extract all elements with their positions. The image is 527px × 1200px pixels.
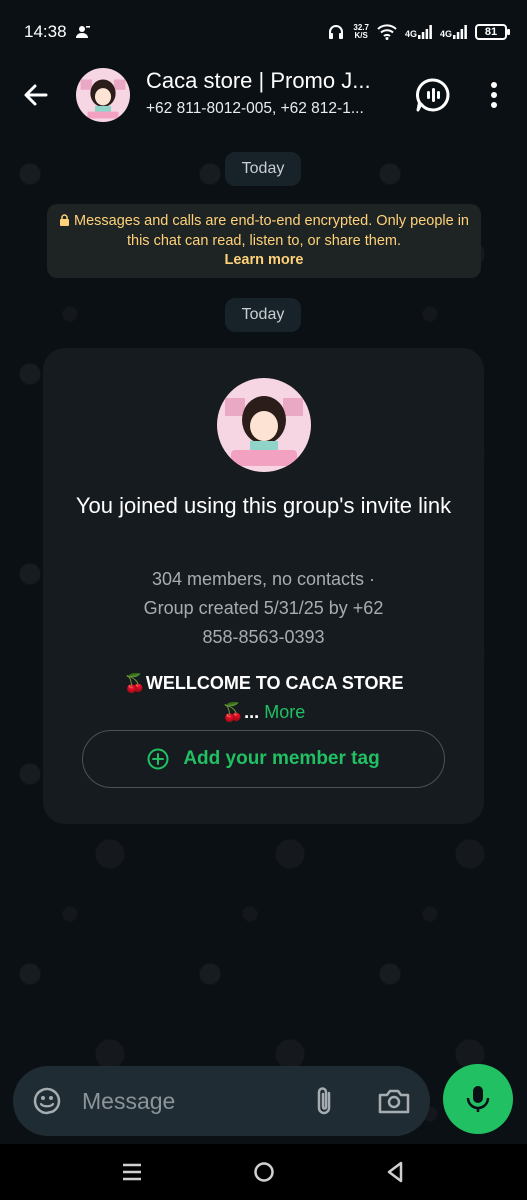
chat-title[interactable]: Caca store | Promo J... <box>146 68 401 94</box>
signal-2: 4G <box>440 25 467 39</box>
encryption-text: Messages and calls are end-to-end encryp… <box>74 213 469 249</box>
description-line: 🍒... <box>221 702 260 722</box>
learn-more-link[interactable]: Learn more <box>225 252 304 268</box>
more-link[interactable]: More <box>264 702 305 722</box>
sticker-icon[interactable] <box>31 1085 63 1117</box>
home-icon[interactable] <box>252 1160 276 1184</box>
network-speed: 32.7 K/S <box>353 24 369 40</box>
message-composer <box>13 1066 430 1136</box>
network-type-2: 4G <box>439 29 452 39</box>
status-time: 14:38 <box>24 22 67 41</box>
person-icon <box>76 26 90 38</box>
chat-header: Caca store | Promo J... +62 811-8012-005… <box>0 56 527 134</box>
headset-icon <box>329 25 344 39</box>
attach-icon[interactable] <box>309 1084 339 1118</box>
status-bar: 14:38 32.7 K/S 4G 4G 81 <box>0 0 527 64</box>
group-meta-line: Group created 5/31/25 by +62 <box>143 598 384 618</box>
wifi-icon <box>377 24 397 40</box>
add-member-tag-label: Add your member tag <box>183 748 380 769</box>
battery-indicator: 81 <box>475 24 510 40</box>
joined-message: You joined using this group's invite lin… <box>75 493 452 518</box>
chat-area[interactable]: Today Messages and calls are end-to-end … <box>0 134 527 1144</box>
group-avatar-image <box>217 378 311 472</box>
group-info-card: You joined using this group's invite lin… <box>43 348 484 824</box>
group-avatar[interactable] <box>76 68 130 122</box>
group-avatar-large[interactable] <box>217 378 311 472</box>
mic-button[interactable] <box>443 1064 513 1134</box>
speed-unit: K/S <box>354 31 368 40</box>
mic-icon <box>466 1086 490 1112</box>
date-chip: Today <box>225 152 301 186</box>
nav-back-icon[interactable] <box>383 1160 407 1184</box>
signal-1: 4G <box>405 25 432 39</box>
status-icons: 32.7 K/S 4G 4G 81 <box>327 20 510 44</box>
description-line: 🍒WELLCOME TO CACA STORE <box>123 673 404 693</box>
chat-subtitle[interactable]: +62 811-8012-005, +62 812-1... <box>146 100 401 118</box>
recent-apps-icon[interactable] <box>120 1160 144 1184</box>
message-input[interactable] <box>82 1086 292 1116</box>
network-type-1: 4G <box>404 29 417 39</box>
voice-chat-icon[interactable] <box>414 76 452 114</box>
encryption-notice[interactable]: Messages and calls are end-to-end encryp… <box>47 204 481 278</box>
more-vert-icon[interactable] <box>480 76 508 114</box>
system-nav-bar <box>0 1144 527 1200</box>
add-member-tag-button[interactable]: Add your member tag <box>82 730 445 788</box>
group-description: 🍒WELLCOME TO CACA STORE 🍒... More <box>83 669 444 727</box>
add-circle-icon <box>147 748 169 770</box>
lock-icon <box>60 214 69 226</box>
group-avatar-image <box>76 68 130 122</box>
group-meta: 304 members, no contacts · Group created… <box>83 565 444 652</box>
group-meta-line: 858-8563-0393 <box>202 627 325 647</box>
group-meta-line: 304 members, no contacts · <box>151 569 376 589</box>
date-chip: Today <box>225 298 301 332</box>
signal-icon <box>417 25 432 39</box>
back-arrow-icon[interactable] <box>18 77 54 113</box>
signal-icon <box>453 25 467 39</box>
camera-icon[interactable] <box>377 1085 411 1117</box>
